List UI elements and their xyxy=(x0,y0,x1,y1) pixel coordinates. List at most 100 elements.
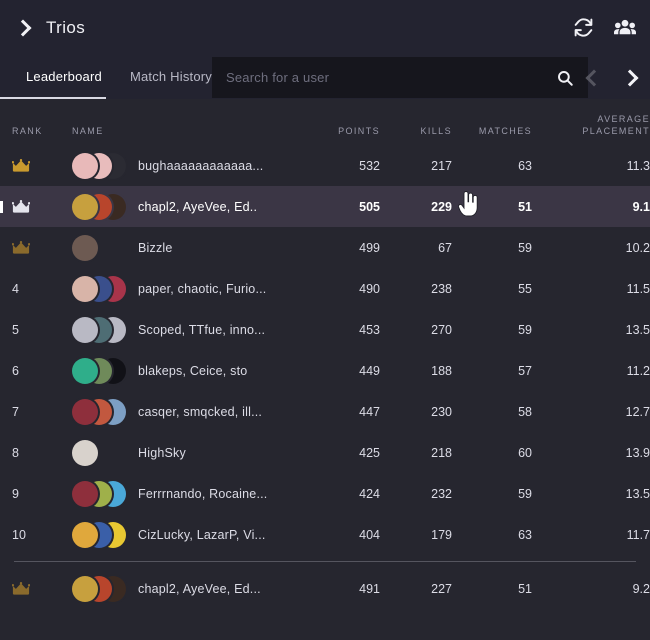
cell-average-placement: 13.5 xyxy=(625,486,650,501)
avatar xyxy=(72,152,98,179)
cell-points: 424 xyxy=(359,486,380,501)
cell-average-placement: 11.2 xyxy=(626,363,650,378)
table-row[interactable]: 9 Ferrrnando, Rocaine... 424 232 59 13.5 xyxy=(0,473,650,514)
leaderboard-app: Trios Leaderboard Match History Search f… xyxy=(0,0,650,640)
cell-average-placement: 11.7 xyxy=(626,527,650,542)
column-header-name: NAME xyxy=(72,126,104,136)
player-name: chapl2, AyeVee, Ed... xyxy=(138,581,261,596)
rank-number: 5 xyxy=(12,322,19,337)
tab-match-history[interactable]: Match History xyxy=(116,55,226,99)
column-header-average-line2: PLACEMENT xyxy=(582,126,650,136)
player-name: paper, chaotic, Furio... xyxy=(138,281,267,296)
cell-matches: 55 xyxy=(518,281,532,296)
table-row[interactable]: 5 Scoped, TTfue, inno... 453 270 59 13.5 xyxy=(0,309,650,350)
search-icon[interactable] xyxy=(556,69,574,87)
player-name: CizLucky, LazarP, Vi... xyxy=(138,527,266,542)
column-header-average-line1: AVERAGE xyxy=(597,114,650,124)
player-name: bughaaaaaaaaaaaa... xyxy=(138,158,264,173)
cell-points: 447 xyxy=(359,404,380,419)
cell-average-placement: 10.2 xyxy=(625,240,650,255)
cell-rank: 5 xyxy=(0,323,72,337)
cell-kills: 229 xyxy=(431,199,452,214)
cell-rank: 9 xyxy=(0,487,72,501)
cell-name[interactable]: blakeps, Ceice, sto xyxy=(72,356,300,386)
crown-icon xyxy=(12,199,30,214)
table-row[interactable]: bughaaaaaaaaaaaa... 532 217 63 11.3 xyxy=(0,145,650,186)
cell-name[interactable]: Bizzle xyxy=(72,233,300,263)
column-header-points: POINTS xyxy=(338,126,380,136)
cell-name[interactable]: bughaaaaaaaaaaaa... xyxy=(72,151,300,181)
table-row[interactable]: 8 HighSky 425 218 60 13.9 xyxy=(0,432,650,473)
avatar-group xyxy=(72,274,132,304)
cell-matches: 58 xyxy=(518,404,532,419)
cell-rank: 10 xyxy=(0,528,72,542)
cell-points: 505 xyxy=(359,199,380,214)
avatar xyxy=(72,575,98,602)
chevron-left-icon[interactable] xyxy=(578,62,608,92)
rank-number: 10 xyxy=(12,527,26,542)
table-row[interactable]: chapl2, AyeVee, Ed.. 505 229 51 9.1 xyxy=(0,186,650,227)
cell-rank: 4 xyxy=(0,282,72,296)
rank-number: 7 xyxy=(12,404,19,419)
avatar xyxy=(72,316,98,343)
search-box[interactable] xyxy=(212,57,588,98)
avatar xyxy=(72,398,98,425)
table-body: bughaaaaaaaaaaaa... 532 217 63 11.3 chapl2, A… xyxy=(0,145,650,555)
cell-name[interactable]: CizLucky, LazarP, Vi... xyxy=(72,520,300,550)
avatar xyxy=(72,275,98,302)
cell-kills: 230 xyxy=(431,404,452,419)
column-header-matches: MATCHES xyxy=(478,126,532,136)
cell-name[interactable]: chapl2, AyeVee, Ed.. xyxy=(72,192,300,222)
chevron-right-icon[interactable] xyxy=(14,19,32,37)
avatar-group xyxy=(72,479,132,509)
column-header-average-placement: AVERAGE PLACEMENT xyxy=(532,113,650,137)
crown-icon xyxy=(12,581,30,596)
cell-kills: 227 xyxy=(431,581,452,596)
table-row[interactable]: 4 paper, chaotic, Furio... 490 238 55 11.5 xyxy=(0,268,650,309)
avatar xyxy=(72,521,98,548)
cell-rank xyxy=(0,240,72,255)
cell-kills: 217 xyxy=(431,158,452,173)
tab-bar: Leaderboard Match History xyxy=(0,55,226,99)
cell-matches: 63 xyxy=(518,158,532,173)
player-name: Ferrrnando, Rocaine... xyxy=(138,486,268,501)
cell-points: 449 xyxy=(359,363,380,378)
cell-average-placement: 13.5 xyxy=(625,322,650,337)
cell-matches: 51 xyxy=(518,199,532,214)
cell-name[interactable]: paper, chaotic, Furio... xyxy=(72,274,300,304)
table-row[interactable]: Bizzle 499 67 59 10.2 xyxy=(0,227,650,268)
pinned-row-container: chapl2, AyeVee, Ed... 491 227 51 9.2 xyxy=(0,568,650,609)
chevron-right-icon[interactable] xyxy=(614,62,644,92)
cell-name[interactable]: Ferrrnando, Rocaine... xyxy=(72,479,300,509)
cell-name[interactable]: HighSky xyxy=(72,438,300,468)
leaderboard-table: RANK NAME POINTS KILLS MATCHES AVERAGE P… xyxy=(0,99,650,609)
cell-rank xyxy=(0,158,72,173)
cell-name[interactable]: casqer, smqcked, ill... xyxy=(72,397,300,427)
table-row[interactable]: 6 blakeps, Ceice, sto 449 188 57 11.2 xyxy=(0,350,650,391)
cell-points: 404 xyxy=(359,527,380,542)
rank-number: 8 xyxy=(12,445,19,460)
table-row[interactable]: chapl2, AyeVee, Ed... 491 227 51 9.2 xyxy=(0,568,650,609)
cell-matches: 51 xyxy=(518,581,532,596)
cell-points: 532 xyxy=(359,158,380,173)
table-row[interactable]: 7 casqer, smqcked, ill... 447 230 58 12.7 xyxy=(0,391,650,432)
refresh-icon[interactable] xyxy=(572,17,594,39)
cell-rank: 6 xyxy=(0,364,72,378)
cell-average-placement: 9.2 xyxy=(632,581,650,596)
cell-name[interactable]: Scoped, TTfue, inno... xyxy=(72,315,300,345)
cell-matches: 63 xyxy=(518,527,532,542)
cell-average-placement: 12.7 xyxy=(625,404,650,419)
cell-name[interactable]: chapl2, AyeVee, Ed... xyxy=(72,574,300,604)
cell-matches: 60 xyxy=(518,445,532,460)
cell-rank: 8 xyxy=(0,446,72,460)
table-row[interactable]: 10 CizLucky, LazarP, Vi... 404 179 63 11.7 xyxy=(0,514,650,555)
cell-kills: 238 xyxy=(431,281,452,296)
cell-points: 499 xyxy=(359,240,380,255)
avatar xyxy=(72,439,98,466)
player-name: HighSky xyxy=(138,445,186,460)
avatar-group xyxy=(72,574,132,604)
tab-leaderboard[interactable]: Leaderboard xyxy=(0,55,116,99)
search-input[interactable] xyxy=(226,70,556,85)
group-people-icon[interactable] xyxy=(614,17,636,39)
top-bar-actions xyxy=(572,0,636,55)
